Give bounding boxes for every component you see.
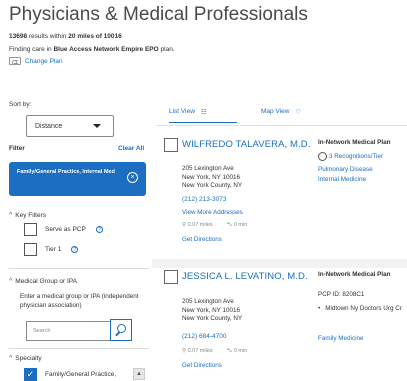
scroll-up-icon[interactable]: ▲ <box>133 368 145 380</box>
doctor-select-checkbox[interactable] <box>164 138 178 152</box>
doctor-distance: ⚲ 0.07 miles ⛍ 0 min <box>182 222 247 229</box>
change-plan-label: Change Plan <box>25 57 63 65</box>
award-icon <box>318 152 327 161</box>
location-icon: ⚲ <box>182 222 187 228</box>
active-filter-chip: Family/General Practice, Internal Med × <box>9 162 146 196</box>
results-count: 13698 <box>9 33 28 40</box>
plan-info-prefix: Finding care in <box>9 46 52 53</box>
doctor-distance: ⚲ 0.07 miles ⛍ 0 min <box>182 348 247 355</box>
specialty-link[interactable]: Family Medicine <box>318 335 364 342</box>
tab-list-view[interactable]: List View ☷ <box>169 108 237 123</box>
plan-info-suffix: plan. <box>160 46 175 53</box>
specialty-option[interactable]: ✓ Family/General Practice, <box>24 368 116 381</box>
drive-time-value: 0 min <box>233 222 248 228</box>
close-icon[interactable]: × <box>127 172 138 183</box>
get-directions-link[interactable]: Get Directions <box>182 362 222 369</box>
doctor-address: 205 Lexington Ave New York, NY 10016 New… <box>182 298 242 324</box>
view-more-addresses-link[interactable]: View More Addresses <box>182 209 243 216</box>
distance-value: 0.07 miles <box>187 348 213 354</box>
chevron-down-icon <box>93 124 101 128</box>
tier1-option[interactable]: Tier 1 ? <box>24 243 79 256</box>
id-card-icon <box>9 57 21 65</box>
medical-group-label: Medical Group or IPA <box>15 278 77 285</box>
get-directions-link[interactable]: Get Directions <box>182 236 222 243</box>
divider <box>9 348 149 349</box>
divider <box>9 268 149 269</box>
plan-header: In-Network Medical Plan <box>318 139 391 146</box>
results-summary: 13698 results within 20 miles of 10016 <box>9 33 122 40</box>
sort-select[interactable]: Distance <box>26 115 114 137</box>
address-line: New York County, NY <box>182 315 243 322</box>
pcp-id: PCP ID: 8208C1 <box>318 291 365 298</box>
chevron-up-icon: ^ <box>9 278 13 285</box>
doctor-name-link[interactable]: JESSICA L. LEVATINO, M.D. <box>182 271 308 282</box>
location-icon: ⚲ <box>182 348 187 354</box>
medical-group-description: Enter a medical group or IPA (independen… <box>20 293 139 309</box>
chevron-up-icon: ^ <box>9 355 13 362</box>
distance-item: ⚲ 0.07 miles <box>182 222 213 229</box>
results-middle: results within <box>28 33 67 40</box>
doctor-name-link[interactable]: WILFREDO TALAVERA, M.D. <box>182 139 310 150</box>
specialty-link[interactable]: Internal Medicine <box>318 176 366 183</box>
address-line: 205 Lexington Ave <box>182 165 234 172</box>
list-icon: ☷ <box>200 109 207 116</box>
change-plan-link[interactable]: Change Plan <box>9 57 63 65</box>
search-icon-handle <box>115 331 120 337</box>
divider <box>156 125 407 126</box>
serve-as-pcp-label: Serve as PCP <box>45 226 86 233</box>
drive-time-item: ⛍ 0 min <box>227 348 248 355</box>
doctor-select-checkbox[interactable] <box>164 270 178 284</box>
sort-select-value: Distance <box>35 122 63 130</box>
medical-group-name: Midtown Ny Doctors Urg Cr <box>325 305 402 312</box>
specialty-header[interactable]: ^ Specialty <box>9 355 42 362</box>
car-icon: ⛍ <box>226 222 233 228</box>
doctor-phone-link[interactable]: (212) 213-3073 <box>182 196 226 203</box>
view-tabs: List View ☷ Map View ♡ <box>169 108 301 123</box>
card-divider <box>152 259 407 268</box>
address-line: New York County, NY <box>182 182 243 189</box>
page-title: Physicians & Medical Professionals <box>9 4 308 25</box>
drive-time-value: 0 min <box>233 348 248 354</box>
info-icon[interactable]: ? <box>71 246 79 253</box>
car-icon: ⛍ <box>226 348 233 354</box>
clear-all-link[interactable]: Clear All <box>118 145 144 152</box>
map-pin-icon: ♡ <box>295 109 302 116</box>
medical-group-item: • Midtown Ny Doctors Urg Cr <box>318 305 406 314</box>
specialty-link[interactable]: Pulmonary Disease <box>318 166 373 173</box>
tier1-label: Tier 1 <box>45 246 62 253</box>
distance-item: ⚲ 0.07 miles <box>182 348 213 355</box>
info-icon[interactable]: ? <box>95 226 103 233</box>
search-button[interactable] <box>110 319 132 341</box>
chevron-up-icon: ^ <box>9 212 13 219</box>
filter-label: Filter <box>9 145 25 152</box>
recognitions-link[interactable]: 3 Recognitions/Tier <box>318 152 383 161</box>
doctor-address: 205 Lexington Ave New York, NY 10016 New… <box>182 165 242 191</box>
bullet: • <box>318 305 321 312</box>
results-radius: 20 miles of 10016 <box>68 33 122 40</box>
doctor-phone-link[interactable]: (212) 684-4700 <box>182 333 226 340</box>
drive-time-item: ⛍ 0 min <box>227 222 248 229</box>
medical-group-header[interactable]: ^ Medical Group or IPA <box>9 278 77 285</box>
sort-by-label: Sort by: <box>9 101 32 108</box>
specialty-option-label: Family/General Practice, <box>45 371 117 378</box>
recognitions-label: 3 Recognitions/Tier <box>329 153 384 160</box>
serve-as-pcp-option[interactable]: Serve as PCP ? <box>24 223 103 236</box>
address-line: 205 Lexington Ave <box>182 298 234 305</box>
address-line: New York, NY 10016 <box>182 173 240 181</box>
tab-map-label: Map View <box>261 108 290 115</box>
tier1-checkbox[interactable] <box>24 243 37 256</box>
tab-map-view[interactable]: Map View ♡ <box>261 108 301 123</box>
distance-value: 0.07 miles <box>187 222 213 228</box>
tab-list-label: List View <box>169 108 195 115</box>
specialty-label: Specialty <box>15 355 42 362</box>
plan-info: Finding care in Blue Access Network Empi… <box>9 46 175 53</box>
plan-name: Blue Access Network Empire EPO <box>53 46 159 53</box>
serve-as-pcp-checkbox[interactable] <box>24 223 37 236</box>
checkmark-icon[interactable]: ✓ <box>24 368 37 381</box>
key-filters-label: Key Filters <box>15 212 46 219</box>
address-line: New York, NY 10016 <box>182 306 240 314</box>
plan-header: In-Network Medical Plan <box>318 271 391 278</box>
active-filter-label: Family/General Practice, Internal Med <box>17 169 115 175</box>
key-filters-header[interactable]: ^ Key Filters <box>9 212 46 219</box>
